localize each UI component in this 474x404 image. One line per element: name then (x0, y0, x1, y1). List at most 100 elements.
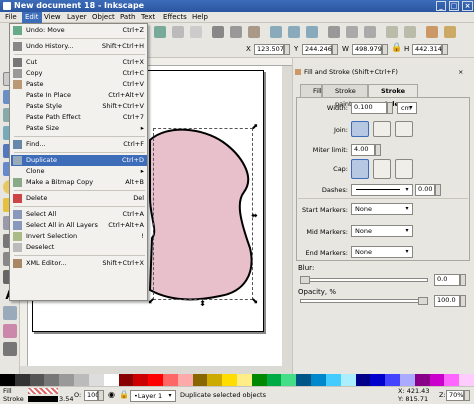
tab-stroke-style[interactable]: Stroke style (368, 84, 418, 108)
zoom-spinner[interactable] (464, 390, 470, 401)
vertical-scrollbar[interactable] (282, 66, 292, 366)
palette-swatch[interactable] (59, 374, 75, 386)
menu-edit[interactable]: Edit (22, 12, 42, 23)
redo-icon[interactable] (190, 26, 202, 38)
w-field[interactable]: 498.979 (352, 44, 382, 55)
palette-swatch[interactable] (399, 374, 416, 386)
menu-item-invert-selection[interactable]: Invert Selection! (11, 231, 147, 242)
palette-swatch[interactable] (311, 374, 327, 386)
palette-swatch[interactable] (251, 374, 268, 386)
spray-tool-icon[interactable] (3, 306, 17, 320)
menu-item-deselect[interactable]: Deselect (11, 242, 147, 253)
x-spinner[interactable] (284, 44, 290, 55)
dash-pattern-select[interactable]: ▾ (351, 184, 413, 196)
h-field[interactable]: 442.314 (412, 44, 442, 55)
menu-item-find[interactable]: Find... Ctrl+F (11, 139, 147, 150)
menu-object[interactable]: Object (89, 12, 118, 23)
dash-offset-spinner[interactable] (435, 184, 441, 196)
h-spinner[interactable] (442, 44, 448, 55)
miter-limit-spinner[interactable] (375, 144, 381, 156)
duplicate-icon[interactable] (328, 26, 340, 38)
fill-indicator[interactable] (28, 388, 58, 394)
opacity-slider[interactable] (300, 299, 428, 303)
palette-swatch[interactable] (266, 374, 282, 386)
dash-offset-field[interactable]: 0.00 (415, 184, 435, 196)
minimize-button[interactable]: _ (436, 1, 446, 11)
close-button[interactable]: × (462, 1, 473, 11)
palette-swatch[interactable] (0, 374, 16, 386)
mid-markers-select[interactable]: None ▾ (351, 225, 413, 237)
palette-swatch[interactable] (88, 374, 105, 386)
zoom-field[interactable]: 70% (446, 390, 464, 401)
menu-item-undo-move[interactable]: Undo: Move Ctrl+Z (11, 25, 147, 36)
opacity-status-spinner[interactable] (98, 390, 104, 401)
menu-file[interactable]: File (2, 12, 20, 23)
palette-swatch[interactable] (192, 374, 208, 386)
group-icon[interactable] (386, 26, 398, 38)
horizontal-scrollbar[interactable] (20, 366, 292, 374)
menu-item-clone[interactable]: Clone ▸ (11, 166, 147, 177)
menu-item-duplicate[interactable]: Duplicate Ctrl+D (11, 155, 147, 166)
paste-icon[interactable] (248, 26, 260, 38)
unlink-clone-icon[interactable] (364, 26, 376, 38)
stroke-indicator[interactable] (28, 396, 58, 402)
palette-swatch[interactable] (133, 374, 149, 386)
blur-slider-knob[interactable] (300, 276, 310, 284)
palette-swatch[interactable] (74, 374, 90, 386)
maximize-button[interactable]: □ (449, 1, 459, 11)
tab-stroke-paint[interactable]: Stroke paint (322, 84, 368, 108)
palette-swatch[interactable] (14, 374, 31, 386)
menu-item-copy[interactable]: Copy Ctrl+C (11, 68, 147, 79)
start-markers-select[interactable]: None ▾ (351, 203, 413, 215)
scale-handle-s-icon[interactable]: ⬍ (199, 300, 206, 308)
palette-swatch[interactable] (29, 374, 45, 386)
copy-icon[interactable] (230, 26, 242, 38)
opacity-status-field[interactable]: 100 (84, 390, 99, 401)
palette-swatch[interactable] (370, 374, 386, 386)
end-markers-select[interactable]: None ▾ (351, 246, 413, 258)
menu-effects[interactable]: Effects (160, 12, 190, 23)
join-round-button[interactable] (373, 121, 391, 137)
palette-swatch[interactable] (429, 374, 445, 386)
undo-icon[interactable] (172, 26, 184, 38)
y-field[interactable]: 244.246 (302, 44, 332, 55)
menu-layer[interactable]: Layer (64, 12, 90, 23)
cap-round-button[interactable] (373, 159, 391, 179)
menu-item-make-a-bitmap-copy[interactable]: Make a Bitmap Copy Alt+B (11, 177, 147, 188)
clone-icon[interactable] (346, 26, 358, 38)
fill-stroke-icon[interactable] (426, 26, 438, 38)
dropper-tool-icon[interactable] (3, 342, 17, 356)
palette-swatch[interactable] (222, 374, 238, 386)
join-bevel-button[interactable] (395, 121, 413, 137)
scale-handle-se-icon[interactable]: ⬊ (251, 297, 258, 305)
menu-item-select-all-in-all-layers[interactable]: Select All in All Layers Ctrl+Alt+A (11, 220, 147, 231)
scale-handle-ne-icon[interactable]: ⬈ (251, 123, 258, 131)
zoom-selection-icon[interactable] (154, 26, 166, 38)
cap-square-button[interactable] (395, 159, 413, 179)
menu-item-paste-style[interactable]: Paste Style Shift+Ctrl+V (11, 101, 147, 112)
lock-icon[interactable]: 🔒 (391, 43, 402, 55)
menu-item-select-all[interactable]: Select All Ctrl+A (11, 209, 147, 220)
dock-close-icon[interactable]: × (458, 66, 463, 78)
cut-icon[interactable] (212, 26, 224, 38)
menu-item-xml-editor[interactable]: XML Editor... Shift+Ctrl+X (11, 258, 147, 269)
menu-item-undo-history[interactable]: Undo History... Shift+Ctrl+H (11, 41, 147, 52)
scale-handle-sw-icon[interactable]: ⬋ (148, 297, 155, 305)
blur-spinner[interactable] (460, 274, 466, 286)
menu-item-paste[interactable]: Paste Ctrl+V (11, 79, 147, 90)
palette-swatch[interactable] (237, 374, 253, 386)
palette-swatch[interactable] (296, 374, 312, 386)
w-spinner[interactable] (382, 44, 388, 55)
menu-item-paste-in-place[interactable]: Paste In Place Ctrl+Alt+V (11, 90, 147, 101)
palette-swatch[interactable] (385, 374, 401, 386)
menu-item-cut[interactable]: Cut Ctrl+X (11, 57, 147, 68)
gradient-tool-icon[interactable] (3, 324, 17, 338)
palette-swatch[interactable] (414, 374, 431, 386)
width-unit-select[interactable]: cm ▾ (397, 102, 417, 114)
scale-handle-e-icon[interactable]: ⬌ (251, 212, 258, 220)
menu-item-delete[interactable]: Delete Del (11, 193, 147, 204)
ungroup-icon[interactable] (404, 26, 416, 38)
menu-path[interactable]: Path (117, 12, 138, 23)
opacity-spinner[interactable] (460, 295, 466, 307)
menu-item-paste-path-effect[interactable]: Paste Path Effect Ctrl+7 (11, 112, 147, 123)
